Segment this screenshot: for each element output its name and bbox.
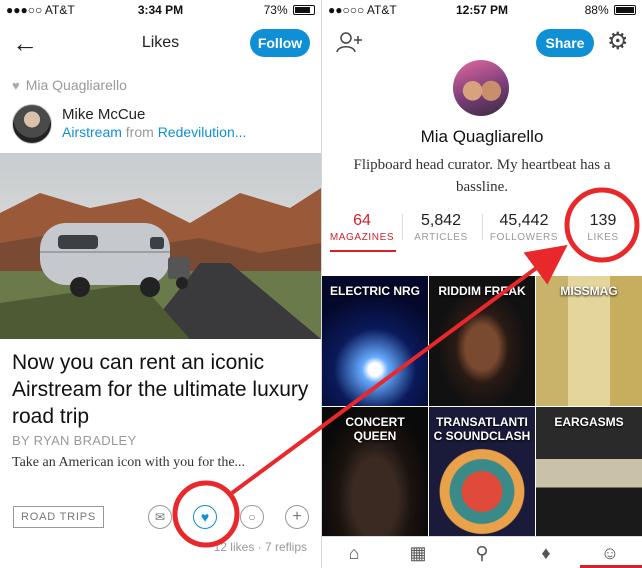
active-stat-indicator <box>330 250 396 252</box>
mail-icon[interactable]: ✉ <box>148 505 172 529</box>
magazine-title: TRANSATLANTI C SOUNDCLASH <box>433 415 531 443</box>
magazine-tile[interactable]: ELECTRIC NRG <box>322 276 428 406</box>
stat-value: 139 <box>589 212 617 229</box>
battery-icon <box>293 5 315 15</box>
gear-icon[interactable]: ⚙ <box>607 29 629 55</box>
magazine-tile[interactable]: EARGASMS <box>536 407 642 537</box>
stat-label: LIKES <box>587 232 619 243</box>
avatar[interactable] <box>453 60 509 116</box>
magazine-title: RIDDIM FREAK <box>438 284 526 298</box>
profile-icon[interactable]: ☺ <box>595 541 625 565</box>
follow-button[interactable]: Follow <box>250 29 310 57</box>
magazine-title: EARGASMS <box>554 415 624 429</box>
stat-value: 5,842 <box>420 212 462 229</box>
likes-screen: ●●●○○ AT&T 3:34 PM 73% ← Likes Follow ♥ M… <box>0 0 321 568</box>
topic-tag[interactable]: ROAD TRIPS <box>13 506 105 528</box>
avatar[interactable] <box>12 104 52 144</box>
author-source: Airstream from Redevilution... <box>62 124 246 140</box>
liked-by-row[interactable]: ♥ Mia Quagliarello <box>12 77 127 93</box>
home-icon[interactable]: ⌂ <box>339 541 369 565</box>
magazine-tile[interactable]: CONCERT QUEEN <box>322 407 428 537</box>
grid-icon[interactable]: ▦ <box>403 541 433 565</box>
comment-icon[interactable]: ○ <box>240 505 264 529</box>
divider <box>402 214 403 240</box>
status-bar: ●●○○○ AT&T 12:57 PM 88% <box>322 0 642 20</box>
battery-icon <box>614 5 636 15</box>
stat-label: ARTICLES <box>414 232 468 243</box>
magazine-title: CONCERT QUEEN <box>345 415 405 443</box>
source-magazine-link[interactable]: Airstream <box>62 124 122 140</box>
stat-magazines[interactable]: 64 MAGAZINES <box>328 212 396 243</box>
stat-value: 64 <box>353 212 371 229</box>
tab-bar: ⌂ ▦ ⚲ ♦ ☺ <box>322 536 642 568</box>
stat-value: 45,442 <box>499 212 549 229</box>
source-user-link[interactable]: Redevilution... <box>158 124 247 140</box>
magazine-tile[interactable]: TRANSATLANTI C SOUNDCLASH <box>429 407 535 537</box>
magazine-title: ELECTRIC NRG <box>330 284 420 298</box>
article-headline[interactable]: Now you can rent an iconic Airstream for… <box>12 349 312 430</box>
article-excerpt: Take an American icon with you for the..… <box>12 455 246 470</box>
author-name[interactable]: Mike McCue <box>62 106 145 123</box>
article-byline: BY RYAN BRADLEY <box>12 433 137 448</box>
search-icon[interactable]: ⚲ <box>467 541 497 565</box>
stat-articles[interactable]: 5,842 ARTICLES <box>404 212 478 243</box>
profile-bio: Flipboard head curator. My heartbeat has… <box>353 157 611 195</box>
battery-percent: 73% <box>263 3 288 17</box>
divider <box>566 214 567 240</box>
liked-by-user: Mia Quagliarello <box>25 77 127 93</box>
plus-icon[interactable]: + <box>285 505 309 529</box>
battery-indicator: 73% <box>264 3 315 17</box>
profile-screen: ●●○○○ AT&T 12:57 PM 88% Share ⚙ Mia Quag… <box>322 0 642 568</box>
stat-label: MAGAZINES <box>329 232 395 243</box>
status-bar: ●●●○○ AT&T 3:34 PM 73% <box>0 0 321 20</box>
profile-name: Mia Quagliarello <box>420 127 544 146</box>
article-hero-image[interactable] <box>0 153 321 339</box>
stat-likes[interactable]: 139 LIKES <box>570 212 636 243</box>
from-text: from <box>125 124 154 140</box>
share-button[interactable]: Share <box>536 29 594 57</box>
magazine-tile[interactable]: RIDDIM FREAK <box>429 276 535 406</box>
likes-reflips-count[interactable]: 12 likes · 7 reflips <box>0 540 307 554</box>
like-heart-icon[interactable]: ♥ <box>193 505 217 529</box>
magazine-tile[interactable]: MISSMAG <box>536 276 642 406</box>
heart-icon: ♥ <box>12 78 20 93</box>
magazine-title: MISSMAG <box>560 284 618 298</box>
add-user-icon[interactable] <box>336 30 364 54</box>
stat-label: FOLLOWERS <box>489 232 559 243</box>
magazine-grid: ELECTRIC NRG RIDDIM FREAK MISSMAG CONCER… <box>322 276 642 537</box>
bell-icon[interactable]: ♦ <box>531 541 561 565</box>
battery-indicator: 88% <box>585 3 636 17</box>
battery-percent: 88% <box>584 3 609 17</box>
stat-followers[interactable]: 45,442 FOLLOWERS <box>484 212 564 243</box>
divider <box>482 214 483 240</box>
